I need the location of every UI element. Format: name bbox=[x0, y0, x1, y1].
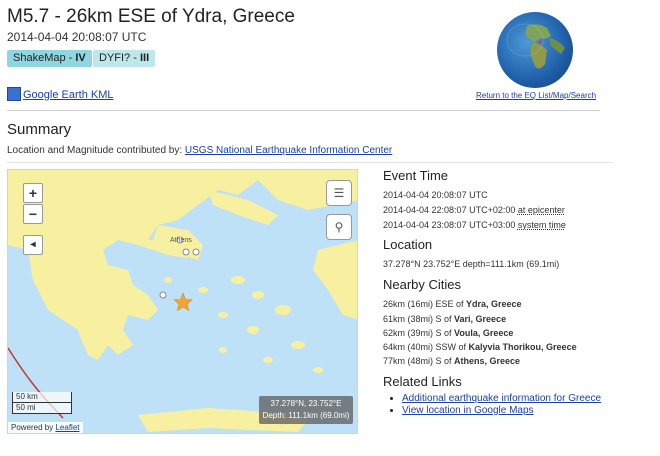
nearby-city-item: 62km (39mi) S of Voula, Greece bbox=[383, 328, 513, 338]
city-name: Voula, Greece bbox=[454, 328, 514, 338]
collapse-panel-icon[interactable]: ◂ bbox=[23, 235, 43, 255]
epicenter-time-value: 2014-04-04 22:08:07 UTC+02:00 bbox=[383, 205, 516, 215]
map-depth: Depth: 111.1km (69.0mi) bbox=[262, 411, 350, 420]
city-distance: 64km (40mi) SSW of bbox=[383, 342, 469, 352]
contributor-link[interactable]: USGS National Earthquake Information Cen… bbox=[185, 145, 392, 156]
city-name: Kalyvia Thorikou, Greece bbox=[468, 342, 577, 352]
map-coordinates: 37.278°N, 23.752°E bbox=[270, 399, 342, 408]
layers-icon[interactable]: ☰ bbox=[326, 180, 352, 206]
event-datetime: 2014-04-04 20:08:07 UTC bbox=[7, 30, 147, 44]
list-item: View location in Google Maps bbox=[402, 405, 601, 417]
event-time-heading: Event Time bbox=[383, 168, 449, 183]
search-map-icon[interactable]: ⚲ bbox=[326, 214, 352, 240]
scale-mi: 50 mi bbox=[12, 403, 72, 414]
leaflet-link[interactable]: Leaflet bbox=[55, 423, 79, 432]
greece-eq-info-link[interactable]: Additional earthquake information for Gr… bbox=[402, 393, 601, 404]
city-distance: 77km (48mi) S of bbox=[383, 356, 455, 366]
attribution-prefix: Powered by bbox=[11, 423, 56, 432]
epicenter-map[interactable]: Athens + − ◂ ☰ ⚲ 50 km 50 mi Powered by … bbox=[7, 169, 358, 434]
divider bbox=[7, 110, 600, 111]
summary-heading: Summary bbox=[7, 121, 72, 138]
related-links-list: Additional earthquake information for Gr… bbox=[388, 393, 601, 417]
map-coordinates-box: 37.278°N, 23.752°E Depth: 111.1km (69.0m… bbox=[259, 396, 353, 424]
event-time-utc: 2014-04-04 20:08:07 UTC bbox=[383, 190, 488, 200]
zoom-in-button[interactable]: + bbox=[23, 183, 43, 203]
shakemap-badge-value: IV bbox=[75, 52, 86, 64]
contributor-label: Location and Magnitude contributed by: bbox=[7, 145, 185, 156]
city-name: Ydra, Greece bbox=[466, 299, 522, 309]
location-heading: Location bbox=[383, 237, 433, 252]
epicenter-time-label[interactable]: at epicenter bbox=[518, 205, 565, 215]
nearby-city-item: 26km (16mi) ESE of Ydra, Greece bbox=[383, 299, 522, 309]
nearby-city-item: 61km (38mi) S of Vari, Greece bbox=[383, 314, 506, 324]
city-name: Vari, Greece bbox=[454, 314, 507, 324]
contributor-line: Location and Magnitude contributed by: U… bbox=[7, 145, 392, 156]
zoom-out-button[interactable]: − bbox=[23, 204, 43, 224]
nearby-city-item: 64km (40mi) SSW of Kalyvia Thorikou, Gre… bbox=[383, 342, 577, 352]
nearby-cities-heading: Nearby Cities bbox=[383, 277, 462, 292]
shakemap-badge[interactable]: ShakeMap - IV bbox=[7, 50, 92, 67]
globe-icon bbox=[497, 12, 573, 88]
system-time-value: 2014-04-04 23:08:07 UTC+03:00 bbox=[383, 220, 516, 230]
event-time-epicenter: 2014-04-04 22:08:07 UTC+02:00 at epicent… bbox=[383, 205, 565, 215]
epicenter-star-icon[interactable] bbox=[173, 292, 193, 312]
google-earth-kml-link[interactable]: Google Earth KML bbox=[23, 89, 114, 101]
dyfi-badge[interactable]: DYFI? - III bbox=[93, 50, 156, 67]
nearby-city-item: 77km (48mi) S of Athens, Greece bbox=[383, 356, 520, 366]
city-name: Athens, Greece bbox=[454, 356, 521, 366]
google-earth-icon bbox=[7, 87, 21, 101]
divider bbox=[7, 162, 613, 163]
city-distance: 61km (38mi) S of bbox=[383, 314, 455, 324]
google-maps-link[interactable]: View location in Google Maps bbox=[402, 405, 534, 416]
city-distance: 62km (39mi) S of bbox=[383, 328, 455, 338]
dyfi-badge-label: DYFI? - bbox=[99, 52, 140, 64]
system-time-label[interactable]: system time bbox=[518, 220, 566, 230]
map-city-label: Athens bbox=[170, 237, 192, 244]
location-value: 37.278°N 23.752°E depth=111.1km (69.1mi) bbox=[383, 259, 560, 269]
city-distance: 26km (16mi) ESE of bbox=[383, 299, 467, 309]
list-item: Additional earthquake information for Gr… bbox=[402, 393, 601, 405]
scale-km: 50 km bbox=[12, 392, 72, 403]
event-time-system: 2014-04-04 23:08:07 UTC+03:00 system tim… bbox=[383, 220, 566, 230]
shakemap-badge-label: ShakeMap - bbox=[13, 52, 76, 64]
page-title: M5.7 - 26km ESE of Ydra, Greece bbox=[7, 6, 295, 27]
map-scale: 50 km 50 mi bbox=[12, 392, 72, 414]
dyfi-badge-value: III bbox=[139, 52, 150, 64]
map-attribution: Powered by Leaflet bbox=[8, 422, 83, 433]
related-links-heading: Related Links bbox=[383, 374, 462, 389]
return-to-eq-list-link[interactable]: Return to the EQ List/Map/Search bbox=[476, 91, 596, 100]
